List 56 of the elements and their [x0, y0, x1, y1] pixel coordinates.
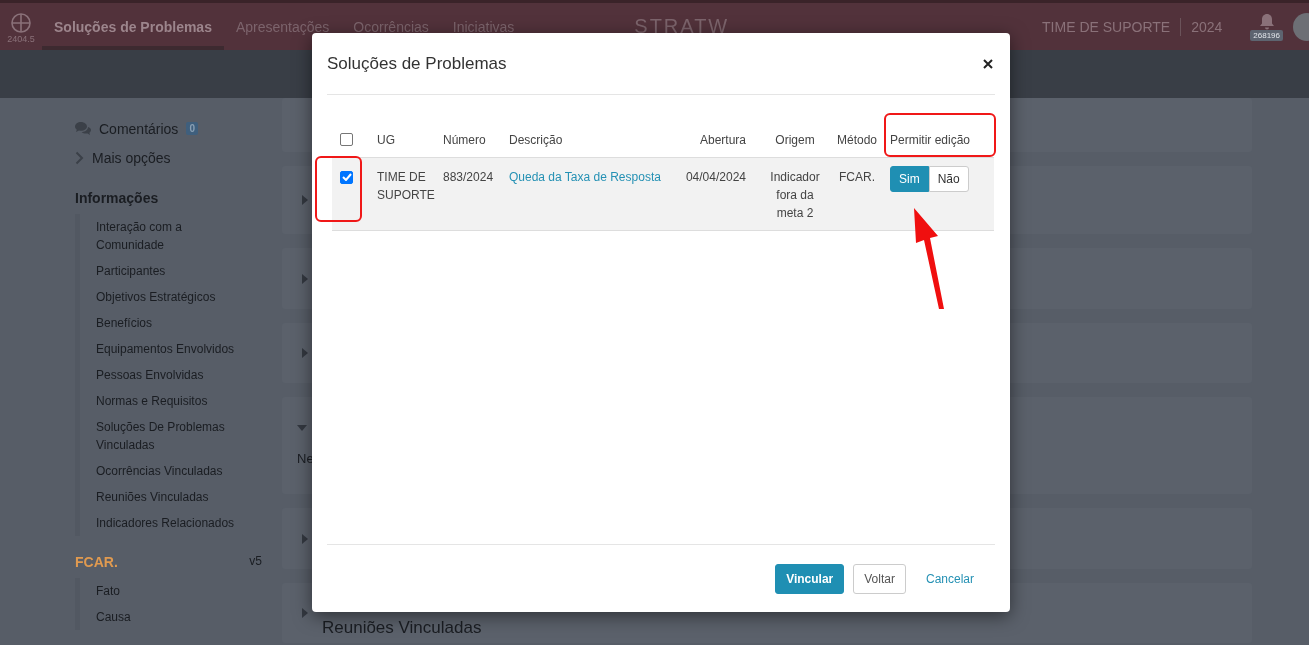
column-header: UG — [377, 133, 395, 147]
section-title: Informações — [75, 190, 159, 206]
team-name[interactable]: TIME DE SUPORTE — [1042, 18, 1171, 35]
column-header: Abertura — [699, 133, 746, 147]
collapse-icon[interactable] — [297, 425, 307, 431]
column-header: Descrição — [509, 133, 563, 147]
sidebar-item[interactable]: Normas e Requisitos — [96, 388, 236, 414]
modal-title: Soluções de Problemas — [327, 53, 507, 74]
expand-icon[interactable] — [302, 273, 308, 284]
sidebar-item[interactable]: Benefícios — [96, 310, 236, 336]
bell-icon[interactable] — [1258, 12, 1275, 30]
expand-icon[interactable] — [302, 348, 308, 358]
expand-icon[interactable] — [302, 533, 308, 544]
dialog-button[interactable]: Vincular — [775, 563, 845, 594]
year-label[interactable]: 2024 — [1191, 18, 1223, 35]
column-header: Origem — [775, 133, 815, 147]
logo-icon[interactable] — [10, 11, 32, 34]
sidebar-item[interactable]: Interação com a Comunidade — [96, 214, 236, 258]
table-cell: 04/04/2024 — [685, 170, 746, 184]
column-header: Número — [443, 133, 486, 147]
chevron-right-icon — [75, 150, 84, 165]
sidebar-item[interactable]: Fato — [96, 578, 236, 604]
table-cell: FCAR. — [839, 170, 875, 184]
comments-link[interactable]: Comentários — [99, 120, 179, 137]
section-title[interactable]: Reuniões Vinculadas — [322, 618, 482, 638]
dialog-button[interactable]: Voltar — [853, 563, 906, 594]
sidebar-item[interactable]: Objetivos Estratégicos — [96, 284, 236, 310]
expand-icon[interactable] — [302, 195, 308, 205]
comments-icon — [75, 122, 91, 135]
sidebar-item[interactable]: Soluções De Problemas Vinculadas — [96, 414, 236, 458]
toggle-option[interactable]: Sim — [890, 166, 929, 192]
more-options-link[interactable]: Mais opções — [92, 149, 171, 166]
version-label: v5 — [249, 554, 262, 570]
section-title: FCAR. — [75, 554, 118, 570]
sidebar-item[interactable]: Equipamentos Envolvidos — [96, 336, 236, 362]
sidebar-item[interactable]: Causa — [96, 604, 236, 630]
column-header: Permitir edição — [890, 133, 971, 147]
table-cell: 883/2024 — [443, 170, 494, 184]
sidebar-item[interactable]: Pessoas Envolvidas — [96, 362, 236, 388]
sidebar-item[interactable]: Reuniões Vinculadas — [96, 484, 236, 510]
column-header: Método — [837, 133, 877, 147]
table-cell: Indicador fora da meta 2 — [770, 170, 820, 220]
row-checkbox[interactable] — [340, 170, 353, 184]
sidebar-item[interactable]: Participantes — [96, 258, 236, 284]
highlight-box — [315, 156, 362, 222]
sidebar-item[interactable]: Indicadores Relacionados — [96, 510, 236, 536]
close-icon[interactable] — [983, 58, 993, 69]
select-all-checkbox[interactable] — [340, 133, 353, 146]
comment-count: 0 — [186, 122, 198, 135]
notification-count: 268196 — [1250, 29, 1283, 41]
sidebar-item[interactable]: Ocorrências Vinculadas — [96, 458, 236, 484]
version-label: 2404.5 — [7, 33, 35, 44]
toggle-option[interactable]: Não — [928, 166, 969, 192]
description-link[interactable]: Queda da Taxa de Resposta — [509, 170, 661, 184]
table-cell: TIME DE SUPORTE — [377, 170, 435, 202]
expand-icon[interactable] — [302, 608, 308, 618]
